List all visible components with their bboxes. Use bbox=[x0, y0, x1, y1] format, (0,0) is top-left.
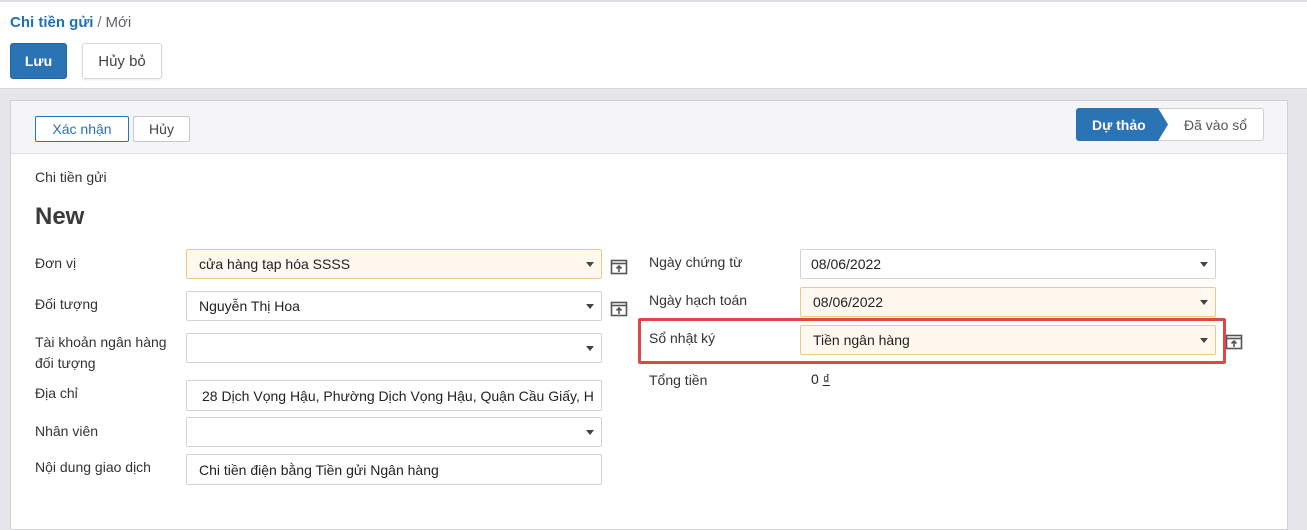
form-sheet: Xác nhận Hủy Đã vào sổ Dự thảo Chi tiền … bbox=[10, 100, 1288, 530]
nhan-vien-label: Nhân viên bbox=[35, 423, 99, 439]
doi-tuong-label: Đối tượng bbox=[35, 296, 98, 312]
chevron-down-icon bbox=[586, 304, 594, 309]
breadcrumb-separator: / bbox=[97, 14, 102, 31]
confirm-button[interactable]: Xác nhận bbox=[35, 116, 129, 142]
don-vi-value: cửa hàng tạp hóa SSSS bbox=[199, 256, 351, 272]
status-stages: Đã vào sổ Dự thảo bbox=[1076, 108, 1264, 141]
control-panel: Chi tiền gửi / Mới Lưu Hủy bỏ bbox=[0, 0, 1307, 89]
don-vi-label: Đơn vị bbox=[35, 255, 77, 271]
chevron-down-icon bbox=[1200, 262, 1208, 267]
tong-tien-value: 0 ₫ bbox=[811, 371, 830, 387]
chevron-down-icon bbox=[1200, 300, 1208, 305]
form-statusbar: Xác nhận Hủy Đã vào sổ Dự thảo bbox=[11, 101, 1287, 154]
external-link-icon[interactable] bbox=[610, 258, 628, 276]
ngay-hach-toan-label: Ngày hạch toán bbox=[649, 292, 748, 308]
noi-dung-value: Chi tiền điện bằng Tiền gửi Ngân hàng bbox=[199, 461, 439, 478]
dia-chi-input[interactable]: 28 Dịch Vọng Hậu, Phường Dịch Vọng Hậu, … bbox=[186, 380, 602, 411]
noi-dung-label: Nội dung giao dịch bbox=[35, 459, 151, 475]
save-button[interactable]: Lưu bbox=[10, 43, 67, 79]
external-link-icon[interactable] bbox=[1225, 333, 1243, 351]
doi-tuong-select[interactable]: Nguyễn Thị Hoa bbox=[186, 291, 602, 321]
breadcrumb: Chi tiền gửi / Mới bbox=[10, 14, 131, 31]
chevron-down-icon bbox=[586, 430, 594, 435]
tai-khoan-ngan-hang-label: Tài khoản ngân hàng đối tượng bbox=[35, 332, 167, 374]
ngay-chung-tu-label: Ngày chứng từ bbox=[649, 254, 743, 270]
tong-tien-amount: 0 bbox=[811, 371, 819, 387]
tong-tien-label: Tổng tiền bbox=[649, 372, 708, 388]
stage-posted[interactable]: Đã vào sổ bbox=[1158, 108, 1264, 141]
chevron-down-icon bbox=[586, 346, 594, 351]
external-link-icon[interactable] bbox=[610, 300, 628, 318]
tai-khoan-ngan-hang-select[interactable] bbox=[186, 333, 602, 363]
breadcrumb-current: Mới bbox=[105, 14, 132, 31]
discard-button[interactable]: Hủy bỏ bbox=[82, 43, 162, 79]
chevron-down-icon bbox=[586, 262, 594, 267]
dia-chi-value: 28 Dịch Vọng Hậu, Phường Dịch Vọng Hậu, … bbox=[202, 387, 594, 404]
dia-chi-label: Địa chỉ bbox=[35, 385, 78, 401]
nhan-vien-select[interactable] bbox=[186, 417, 602, 447]
noi-dung-input[interactable]: Chi tiền điện bằng Tiền gửi Ngân hàng bbox=[186, 454, 602, 485]
tai-khoan-ngan-hang-label-line2: đối tượng bbox=[35, 355, 96, 371]
cancel-button[interactable]: Hủy bbox=[133, 116, 190, 142]
record-name: New bbox=[35, 203, 85, 230]
ngay-chung-tu-input[interactable]: 08/06/2022 bbox=[800, 249, 1216, 279]
document-type-label: Chi tiền gửi bbox=[35, 169, 107, 185]
ngay-chung-tu-value: 08/06/2022 bbox=[811, 256, 882, 272]
breadcrumb-parent-link[interactable]: Chi tiền gửi bbox=[10, 14, 93, 31]
stage-draft[interactable]: Dự thảo bbox=[1076, 108, 1168, 141]
don-vi-select[interactable]: cửa hàng tạp hóa SSSS bbox=[186, 249, 602, 279]
ngay-hach-toan-value: 08/06/2022 bbox=[813, 294, 884, 310]
currency-symbol: ₫ bbox=[822, 371, 830, 387]
tai-khoan-ngan-hang-label-line1: Tài khoản ngân hàng bbox=[35, 334, 167, 350]
highlight-box bbox=[638, 318, 1226, 364]
doi-tuong-value: Nguyễn Thị Hoa bbox=[199, 298, 300, 314]
ngay-hach-toan-input[interactable]: 08/06/2022 bbox=[800, 287, 1216, 317]
